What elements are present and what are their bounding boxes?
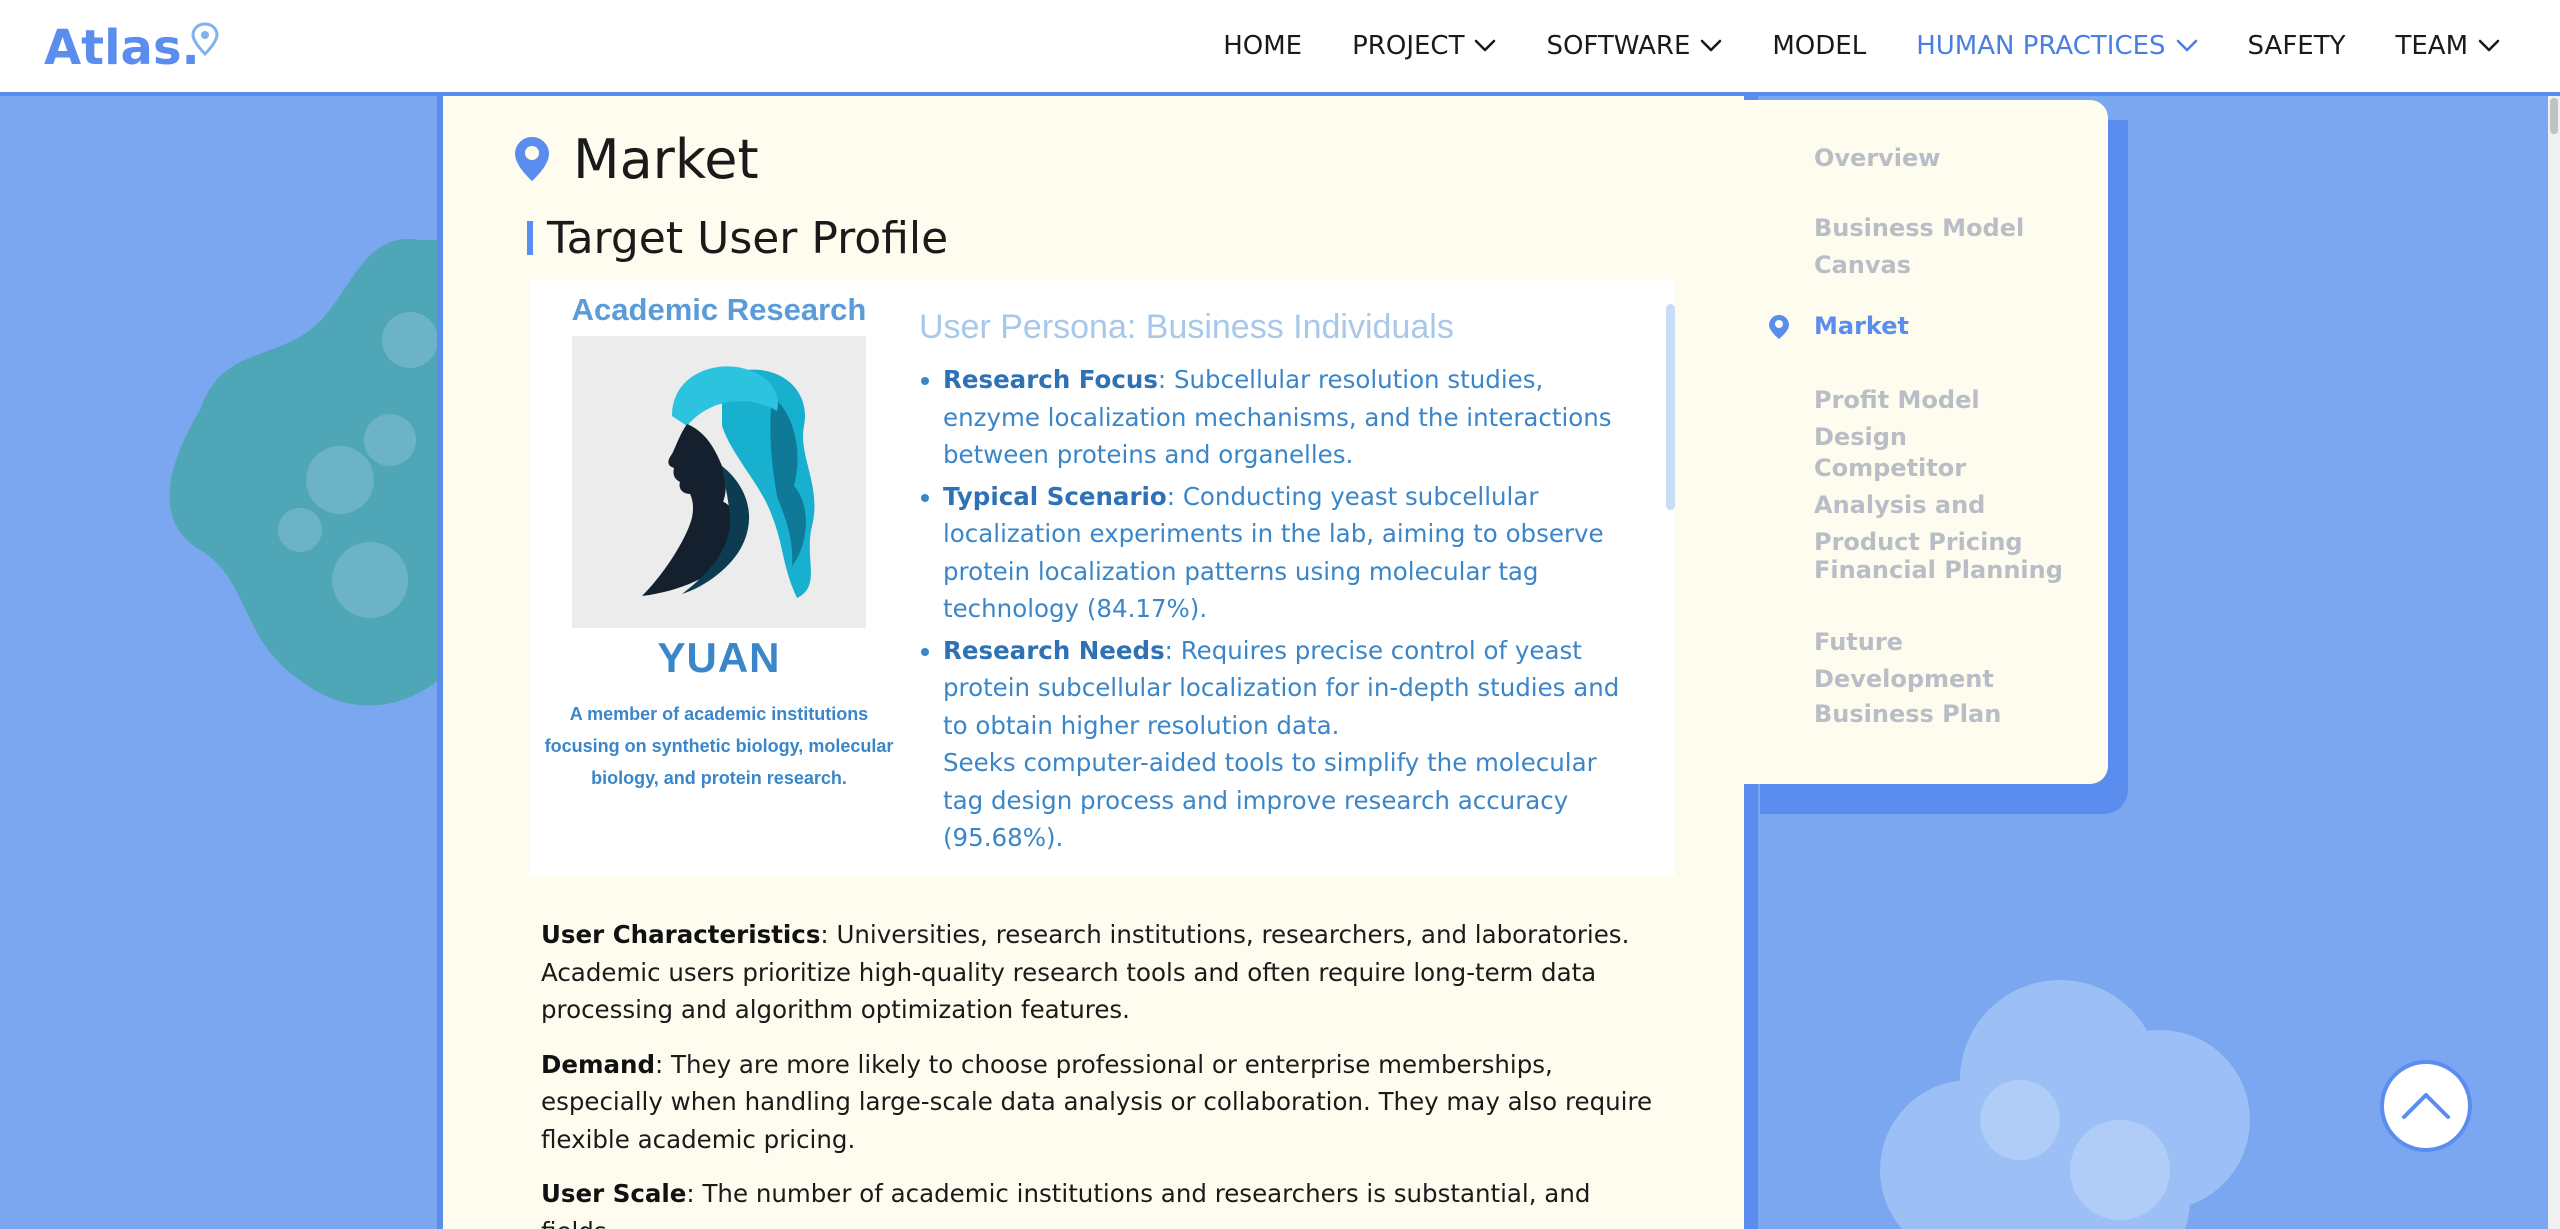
paragraph-text: : The number of academic institutions an… — [541, 1179, 1591, 1229]
nav-item-software[interactable]: SOFTWARE — [1546, 31, 1722, 61]
persona-list-item: Typical Scenario: Conducting yeast subce… — [919, 478, 1639, 628]
persona-card: Academic Research YUAN A member of acade… — [529, 280, 1675, 876]
toc-item-future-development[interactable]: Future Development — [1814, 624, 2074, 698]
persona-item-key: Typical Scenario — [943, 481, 1167, 511]
toc-item-overview[interactable]: Overview — [1814, 140, 2074, 177]
persona-list: Research Focus: Subcellular resolution s… — [919, 361, 1639, 857]
decorative-cloud-right — [1880, 980, 2250, 1229]
paragraph-key: User Scale — [541, 1179, 687, 1208]
section-title: Target User Profile — [527, 208, 948, 268]
paragraph-key: User Characteristics — [541, 920, 821, 949]
persona-item-key: Research Focus — [943, 365, 1158, 394]
toc-item-financial-planning[interactable]: Financial Planning — [1814, 552, 2074, 589]
toc-item-business-model-canvas[interactable]: Business Model Canvas — [1814, 210, 2074, 284]
persona-list-item: Research Focus: Subcellular resolution s… — [919, 361, 1639, 474]
chevron-down-icon — [2478, 39, 2500, 52]
woman-silhouette-icon — [642, 366, 815, 598]
avatar — [572, 336, 866, 628]
main-content-panel: Market Target User Profile Academic Rese… — [437, 96, 1758, 1229]
top-navbar: Atlas. HOME PROJECT SOFTWARE MODEL HUMAN PRA… — [0, 0, 2560, 96]
page-scrollbar-thumb[interactable] — [2550, 98, 2558, 134]
nav-item-label: TEAM — [2395, 31, 2468, 61]
nav-item-label: HUMAN PRACTICES — [1916, 31, 2166, 61]
page-title-text: Market — [573, 127, 759, 191]
chevron-down-icon — [1475, 39, 1496, 52]
table-of-contents: Overview Business Model Canvas Market Profi… — [1744, 100, 2108, 784]
nav-item-home[interactable]: HOME — [1223, 31, 1302, 61]
persona-details: User Persona: Business Individuals Resea… — [919, 300, 1639, 861]
section-accent-bar — [527, 221, 533, 255]
nav-item-label: PROJECT — [1352, 31, 1465, 61]
nav-item-label: HOME — [1223, 31, 1303, 61]
back-to-top-button[interactable] — [2380, 1060, 2472, 1152]
persona-profile: Academic Research YUAN A member of acade… — [529, 280, 909, 876]
toc-item-business-plan[interactable]: Business Plan — [1814, 696, 2074, 733]
card-scrollbar[interactable] — [1666, 304, 1675, 510]
user-paragraph: Demand: They are more likely to choose p… — [541, 1046, 1661, 1159]
persona-category: Academic Research — [571, 292, 867, 327]
user-paragraph: User Scale: The number of academic insti… — [541, 1175, 1661, 1229]
persona-item-key: Research Needs — [943, 635, 1165, 665]
location-pin-icon — [515, 137, 549, 181]
chevron-down-icon — [1701, 39, 1722, 52]
section-title-text: Target User Profile — [547, 212, 949, 264]
user-description: User Characteristics: Universities, rese… — [541, 916, 1661, 1229]
nav-item-human-practices[interactable]: HUMAN PRACTICES — [1916, 31, 2197, 61]
toc-item-profit-model-design[interactable]: Profit Model Design — [1814, 382, 2074, 456]
brand-name: Atlas. — [44, 20, 200, 76]
nav-item-team[interactable]: TEAM — [2395, 31, 2500, 61]
nav-item-label: SOFTWARE — [1546, 31, 1691, 61]
toc-item-market[interactable]: Market — [1814, 308, 2074, 345]
page-title: Market — [513, 124, 759, 194]
page-scrollbar[interactable] — [2548, 96, 2560, 1229]
nav-item-project[interactable]: PROJECT — [1352, 31, 1496, 61]
chevron-down-icon — [2176, 39, 2197, 52]
location-pin-icon — [191, 22, 219, 56]
nav-item-model[interactable]: MODEL — [1772, 31, 1866, 61]
paragraph-key: Demand — [541, 1049, 655, 1079]
chevron-up-icon — [2402, 1093, 2450, 1119]
persona-name: YUAN — [657, 634, 781, 681]
nav-item-label: SAFETY — [2247, 31, 2346, 61]
persona-list-item: Research Needs: Requires precise control… — [919, 632, 1639, 745]
nav-item-safety[interactable]: SAFETY — [2248, 31, 2346, 61]
nav-menu: HOME PROJECT SOFTWARE MODEL HUMAN PRACTICES S… — [1223, 0, 2500, 92]
persona-description: A member of academic institutions focusi… — [544, 704, 894, 788]
persona-list-item-continued: Seeks computer-aided tools to simplify t… — [943, 748, 1597, 852]
toc-item-competitor-analysis-and-product-pricing[interactable]: Competitor Analysis and Product Pricing — [1814, 450, 2074, 561]
user-paragraph: User Characteristics: Universities, rese… — [541, 916, 1661, 1029]
paragraph-text: : They are more likely to choose profess… — [541, 1049, 1653, 1154]
decorative-blob-left — [169, 239, 450, 706]
brand-logo[interactable]: Atlas. — [44, 18, 200, 78]
location-pin-icon — [1769, 315, 1789, 339]
persona-title: User Persona: Business Individuals — [919, 308, 1454, 346]
nav-item-label: MODEL — [1772, 31, 1867, 61]
